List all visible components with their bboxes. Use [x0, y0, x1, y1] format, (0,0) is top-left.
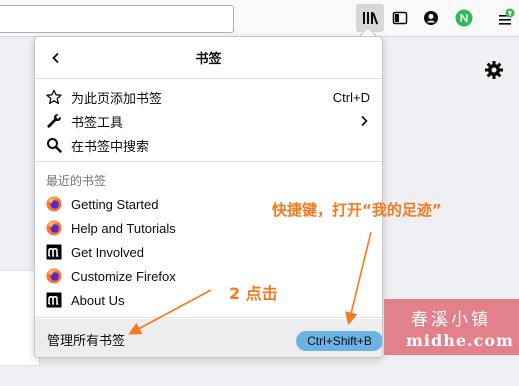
chevron-right-icon: [361, 115, 368, 127]
bookmark-actions: 为此页添加书签 Ctrl+D 书签工具 在书签中搜索: [35, 79, 382, 162]
chevron-left-icon: [52, 52, 59, 64]
bookmark-item[interactable]: About Us: [35, 288, 382, 312]
shortcut-label: Ctrl+D: [332, 89, 370, 105]
bookmark-tools-item[interactable]: 书签工具: [35, 109, 382, 133]
sidebar-button[interactable]: [386, 4, 414, 32]
library-button[interactable]: [356, 4, 384, 32]
menu-item-label: 为此页添加书签: [71, 90, 163, 106]
bookmark-this-page-item[interactable]: 为此页添加书签 Ctrl+D: [35, 85, 382, 109]
wrench-icon: [46, 113, 62, 129]
extension-button[interactable]: [450, 4, 478, 32]
panel-title: 书签: [195, 51, 222, 66]
gear-icon[interactable]: [484, 60, 504, 80]
firefox-icon: [46, 220, 62, 236]
recent-bookmarks: 最近的书签 Getting Started Help and Tutorials…: [35, 162, 382, 318]
bookmarks-panel: 书签 为此页添加书签 Ctrl+D 书签工具 在书签中搜索 最近的书签 Gett…: [34, 36, 383, 358]
panel-header: 书签: [35, 37, 382, 79]
account-icon: [424, 11, 438, 25]
address-bar[interactable]: [0, 5, 234, 33]
account-button[interactable]: [417, 4, 445, 32]
mozilla-m-icon: [46, 244, 62, 260]
shortcut-highlight: Ctrl+Shift+B: [296, 331, 382, 351]
bookmark-label: Customize Firefox: [71, 268, 176, 284]
manage-bookmarks-item[interactable]: 管理所有书签 Ctrl+Shift+B: [35, 319, 382, 357]
watermark: 春溪小镇 midhe.com: [384, 299, 519, 355]
bookmark-item[interactable]: Get Involved: [35, 240, 382, 264]
browser-toolbar: [0, 0, 519, 37]
watermark-title: 春溪小镇: [411, 310, 491, 330]
search-icon: [46, 137, 62, 153]
mozilla-m-icon: [46, 292, 62, 308]
search-bookmarks-item[interactable]: 在书签中搜索: [35, 133, 382, 157]
hamburger-menu-icon: [499, 8, 515, 25]
watermark-domain: midhe.com: [406, 331, 514, 350]
shortcut-annotation: 快捷键，打开“我的足迹”: [272, 201, 442, 219]
library-icon: [363, 12, 378, 25]
menu-item-label: 书签工具: [71, 114, 124, 130]
app-menu-button[interactable]: [492, 4, 519, 32]
recent-bookmarks-heading: 最近的书签: [46, 173, 107, 188]
sidebar-icon: [392, 11, 408, 25]
extension-n-icon: [455, 9, 473, 27]
step-annotation: 2 点击: [229, 284, 278, 303]
firefox-icon: [46, 268, 62, 284]
star-icon: [46, 89, 62, 105]
bookmark-item[interactable]: Customize Firefox: [35, 264, 382, 288]
bookmark-label: About Us: [71, 292, 125, 308]
back-button[interactable]: [43, 45, 69, 71]
menu-item-label: 在书签中搜索: [71, 138, 150, 154]
bookmark-label: Help and Tutorials: [71, 220, 176, 236]
firefox-icon: [46, 196, 62, 212]
bookmark-label: Get Involved: [71, 244, 144, 260]
